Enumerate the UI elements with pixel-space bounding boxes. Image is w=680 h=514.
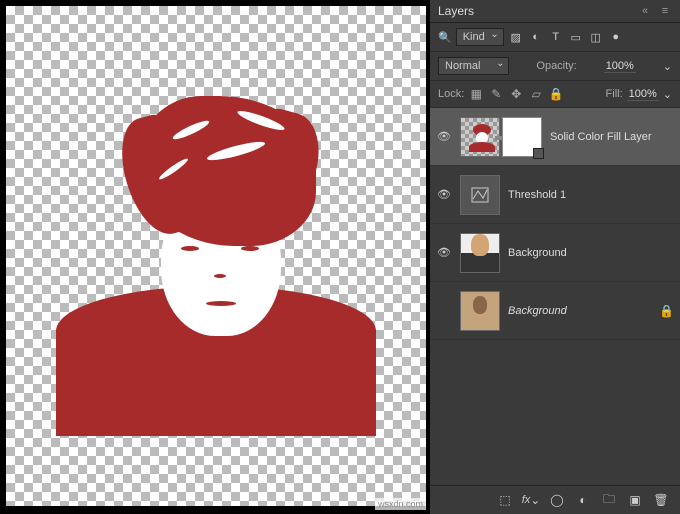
filter-row: 🔍 Kind ▨ ◐ T ▭ ◫ ● [430, 23, 680, 52]
panel-menu-icon[interactable]: ≡ [658, 4, 672, 18]
lock-all-icon[interactable]: 🔒 [548, 86, 564, 102]
adjustment-icon[interactable]: ◐ [574, 492, 592, 508]
delete-icon[interactable]: 🗑 [652, 492, 670, 508]
panel-footer: ⬚ fx⌄ ◯ ◐ 🗀 ▣ 🗑 [430, 485, 680, 514]
filter-smart-icon[interactable]: ◫ [588, 29, 604, 45]
opacity-label: Opacity: [536, 60, 576, 72]
chevron-down-icon[interactable]: ⌄ [663, 60, 672, 73]
canvas-area[interactable]: wsxdn.com [0, 0, 430, 514]
canvas-checker [6, 6, 426, 506]
fill-label: Fill: [606, 88, 623, 100]
new-layer-icon[interactable]: ▣ [626, 492, 644, 508]
layer-thumbnail[interactable] [460, 291, 500, 331]
layer-thumbnail[interactable] [460, 233, 500, 273]
layer-name[interactable]: Background [508, 247, 674, 259]
layer-row[interactable]: 👁 Threshold 1 [430, 166, 680, 224]
filter-image-icon[interactable]: ▨ [508, 29, 524, 45]
watermark: wsxdn.com [375, 498, 426, 510]
blend-row: Normal Opacity: 100% ⌄ [430, 52, 680, 81]
filter-kind-dropdown[interactable]: Kind [456, 28, 504, 46]
lock-row: Lock: ▦ ✎ ✥ ▱ 🔒 Fill: 100% ⌄ [430, 81, 680, 108]
app-window: wsxdn.com Layers « ≡ 🔍 Kind ▨ ◐ T ▭ ◫ ● … [0, 0, 680, 514]
visibility-icon[interactable]: 👁 [436, 188, 452, 201]
layer-mask-thumbnail[interactable] [502, 117, 542, 157]
layers-panel: Layers « ≡ 🔍 Kind ▨ ◐ T ▭ ◫ ● Normal Opa… [430, 0, 680, 514]
search-icon: 🔍 [438, 31, 452, 44]
lock-move-icon[interactable]: ✥ [508, 86, 524, 102]
fill-value[interactable]: 100% [627, 88, 659, 101]
layer-row[interactable]: 👁 Background [430, 224, 680, 282]
layer-row[interactable]: 👁 Solid Color Fill Layer [430, 108, 680, 166]
panel-title: Layers [438, 4, 474, 18]
mask-icon[interactable]: ◯ [548, 492, 566, 508]
layers-list: 👁 Solid Color Fill Layer 👁 Threshold 1 👁… [430, 108, 680, 485]
lock-icon: 🔒 [659, 304, 674, 318]
filter-shape-icon[interactable]: ▭ [568, 29, 584, 45]
layer-row[interactable]: Background 🔒 [430, 282, 680, 340]
lock-artboard-icon[interactable]: ▱ [528, 86, 544, 102]
visibility-icon[interactable]: 👁 [436, 246, 452, 259]
layer-name[interactable]: Background [508, 305, 651, 317]
filter-dot-icon[interactable]: ● [608, 29, 624, 45]
panel-header: Layers « ≡ [430, 0, 680, 23]
blend-mode-dropdown[interactable]: Normal [438, 57, 509, 75]
layer-name[interactable]: Threshold 1 [508, 189, 674, 201]
lock-label: Lock: [438, 88, 464, 100]
filter-adjust-icon[interactable]: ◐ [528, 29, 544, 45]
group-icon[interactable]: 🗀 [600, 492, 618, 508]
link-layers-icon[interactable]: ⬚ [496, 492, 514, 508]
visibility-icon[interactable]: 👁 [436, 130, 452, 143]
opacity-value[interactable]: 100% [604, 60, 636, 73]
filter-text-icon[interactable]: T [548, 29, 564, 45]
lock-transparent-icon[interactable]: ▦ [468, 86, 484, 102]
portrait-artwork [76, 56, 356, 436]
fx-icon[interactable]: fx⌄ [522, 492, 540, 508]
panel-collapse-icon[interactable]: « [638, 4, 652, 18]
chevron-down-icon[interactable]: ⌄ [663, 88, 672, 101]
adjustment-thumbnail[interactable] [460, 175, 500, 215]
layer-thumbnail[interactable] [460, 117, 500, 157]
layer-name[interactable]: Solid Color Fill Layer [550, 131, 674, 143]
lock-brush-icon[interactable]: ✎ [488, 86, 504, 102]
